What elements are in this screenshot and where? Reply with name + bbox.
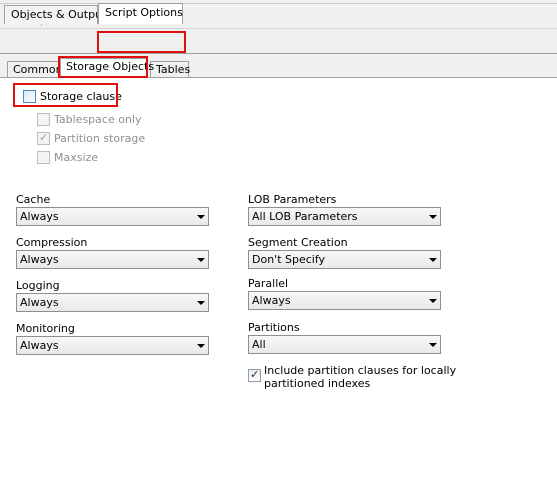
storage-clause-label: Storage clause (40, 90, 122, 103)
outer-tab-strip (0, 29, 557, 53)
include-partition-line1: Include partition clauses for locally (264, 364, 457, 377)
checkbox-box (23, 90, 36, 103)
parallel-select[interactable]: Always (248, 291, 441, 310)
cache-select[interactable]: Always (16, 207, 209, 226)
partitions-select[interactable]: All (248, 335, 441, 354)
partition-storage-checkbox[interactable]: ✓ Partition storage (37, 131, 146, 145)
include-partition-line2: partitioned indexes (264, 377, 371, 390)
tablespace-only-label: Tablespace only (54, 113, 142, 126)
checkbox-box (37, 151, 50, 164)
compression-value: Always (20, 253, 59, 266)
tablespace-only-checkbox[interactable]: Tablespace only (37, 113, 141, 126)
partitions-value: All (252, 338, 266, 351)
cache-label: Cache (16, 193, 51, 206)
lob-parameters-select[interactable]: All LOB Parameters (248, 207, 441, 226)
segment-creation-select[interactable]: Don't Specify (248, 250, 441, 269)
tab-script-options[interactable]: Script Options (98, 3, 183, 24)
parallel-label: Parallel (248, 277, 289, 290)
chevron-down-icon (194, 251, 208, 268)
chevron-down-icon (194, 294, 208, 311)
storage-clause-checkbox[interactable]: Storage clause (23, 90, 122, 103)
compression-select[interactable]: Always (16, 250, 209, 269)
tab-storage-objects-label[interactable]: Storage Objects (60, 58, 154, 78)
checkbox-box: ✓ (248, 368, 261, 382)
chevron-down-icon (194, 208, 208, 225)
parallel-value: Always (252, 294, 291, 307)
partitions-label: Partitions (248, 321, 300, 334)
tab-common[interactable]: Common (7, 61, 63, 78)
chevron-down-icon (426, 292, 440, 309)
include-partition-label: Include partition clauses for locally pa… (264, 364, 456, 390)
maxsize-checkbox[interactable]: Maxsize (37, 151, 98, 164)
chevron-down-icon (426, 336, 440, 353)
partition-storage-label: Partition storage (54, 132, 146, 145)
monitoring-label: Monitoring (16, 322, 75, 335)
chevron-down-icon (426, 251, 440, 268)
maxsize-label: Maxsize (54, 151, 99, 164)
tab-objects-output[interactable]: Objects & Output (4, 5, 106, 24)
checkmark-icon: ✓ (39, 131, 49, 144)
chevron-down-icon (426, 208, 440, 225)
checkmark-icon: ✓ (250, 368, 260, 381)
logging-value: Always (20, 296, 59, 309)
compression-label: Compression (16, 236, 88, 249)
logging-label: Logging (16, 279, 60, 292)
checkbox-box (37, 113, 50, 126)
logging-select[interactable]: Always (16, 293, 209, 312)
monitoring-select[interactable]: Always (16, 336, 209, 355)
lob-parameters-label: LOB Parameters (248, 193, 337, 206)
chevron-down-icon (194, 337, 208, 354)
tab-tables[interactable]: Tables (150, 61, 190, 78)
checkbox-box: ✓ (37, 131, 50, 145)
monitoring-value: Always (20, 339, 59, 352)
lob-parameters-value: All LOB Parameters (252, 210, 358, 223)
cache-value: Always (20, 210, 59, 223)
segment-creation-label: Segment Creation (248, 236, 348, 249)
segment-creation-value: Don't Specify (252, 253, 326, 266)
